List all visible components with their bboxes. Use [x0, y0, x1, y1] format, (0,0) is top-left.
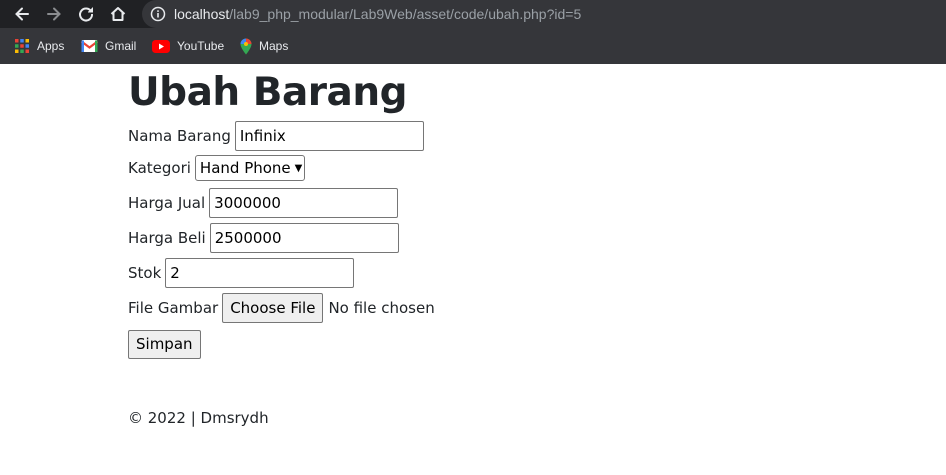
info-icon[interactable] [150, 6, 166, 22]
harga-beli-input[interactable] [209, 223, 399, 253]
row-submit: Simpan [128, 329, 201, 359]
bookmark-label: Maps [259, 39, 289, 53]
kategori-select[interactable]: Hand Phone ▼ [194, 155, 306, 181]
bookmark-apps[interactable]: Apps [14, 37, 64, 55]
harga-jual-input[interactable] [209, 188, 399, 218]
harga-beli-label: Harga Beli [128, 229, 206, 247]
address-bar[interactable]: localhost/lab9_php_modular/Lab9Web/asset… [142, 0, 946, 28]
youtube-icon [152, 39, 170, 53]
choose-file-button[interactable]: Choose File [222, 293, 324, 323]
apps-grid-icon [15, 39, 29, 53]
home-button[interactable] [107, 3, 129, 25]
file-status-text: No file chosen [328, 299, 435, 317]
stok-label: Stok [128, 264, 162, 282]
bookmark-label: Apps [37, 39, 65, 53]
reload-icon [79, 7, 94, 22]
nama-barang-input[interactable] [234, 121, 424, 151]
forward-button[interactable] [43, 3, 65, 25]
nama-barang-label: Nama Barang [128, 127, 231, 145]
browser-toolbar: localhost/lab9_php_modular/Lab9Web/asset… [0, 0, 946, 28]
bookmark-maps[interactable]: Maps [240, 37, 288, 55]
url-path: /lab9_php_modular/Lab9Web/asset/code/uba… [229, 6, 582, 22]
row-stok: Stok [128, 258, 355, 288]
harga-jual-label: Harga Jual [128, 194, 206, 212]
url-host: localhost [174, 6, 230, 22]
footer-text: © 2022 | Dmsrydh [128, 409, 269, 427]
simpan-button[interactable]: Simpan [128, 329, 201, 359]
bookmark-gmail[interactable]: Gmail [81, 37, 136, 55]
bookmarks-bar: Apps Gmail YouTube Maps [0, 28, 946, 64]
kategori-selected-value: Hand Phone [199, 159, 291, 177]
row-harga-jual: Harga Jual [128, 188, 399, 218]
home-icon [110, 7, 126, 21]
url-text[interactable]: localhost/lab9_php_modular/Lab9Web/asset… [174, 5, 581, 23]
reload-button[interactable] [75, 3, 97, 25]
back-button[interactable] [11, 3, 33, 25]
bookmark-youtube[interactable]: YouTube [152, 37, 224, 55]
file-gambar-label: File Gambar [128, 299, 219, 317]
row-kategori: Kategori Hand Phone ▼ [128, 153, 306, 183]
gmail-icon [81, 40, 98, 52]
row-file-gambar: File Gambar Choose File No file chosen [128, 293, 435, 323]
forward-arrow-icon [47, 7, 61, 21]
row-harga-beli: Harga Beli [128, 223, 399, 253]
bookmark-label: YouTube [177, 39, 225, 53]
bookmark-label: Gmail [105, 39, 137, 53]
kategori-label: Kategori [128, 159, 191, 177]
back-arrow-icon [15, 7, 29, 21]
chevron-down-icon: ▼ [294, 162, 303, 174]
stok-input[interactable] [165, 258, 355, 288]
page-title: Ubah Barang [128, 70, 408, 115]
maps-pin-icon [240, 38, 252, 54]
row-nama-barang: Nama Barang [128, 121, 424, 151]
